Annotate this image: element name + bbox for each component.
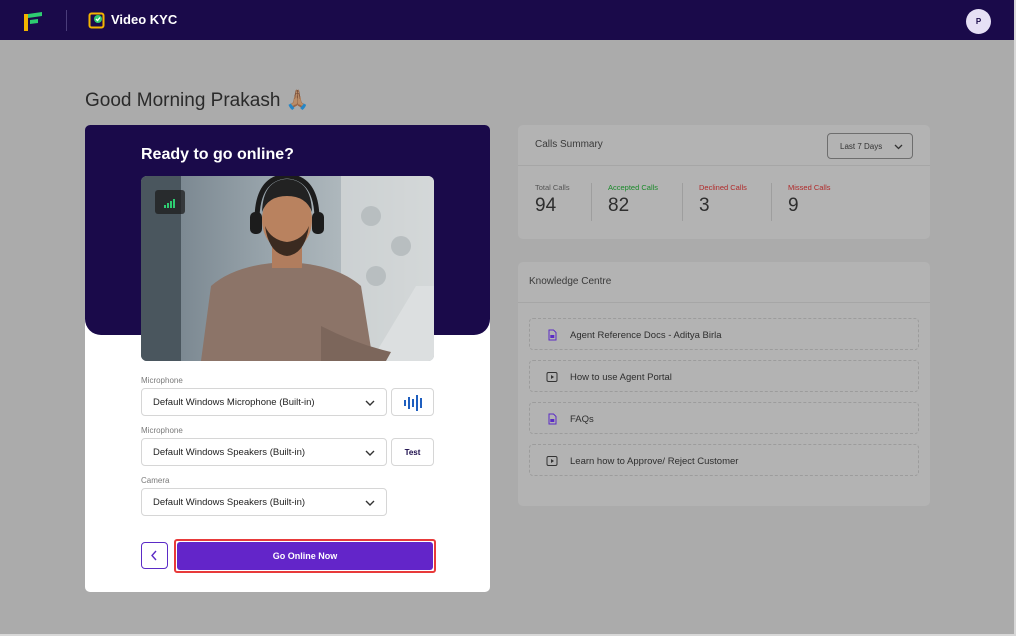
go-online-card: Ready to go online? Microphone Default W… [85, 125, 490, 592]
stat-value: 3 [699, 195, 710, 216]
document-icon [548, 329, 557, 341]
chevron-down-icon [365, 400, 375, 406]
knowledge-centre-header: Knowledge Centre [518, 262, 930, 303]
camera-select-value: Default Windows Speakers (Built-in) [153, 497, 306, 508]
stat-label: Total Calls [535, 183, 570, 192]
stat-divider [591, 183, 592, 221]
knowledge-centre-card: Knowledge Centre Agent Reference Docs - … [518, 262, 930, 506]
video-kyc-icon [88, 12, 105, 29]
signal-strength-icon [155, 190, 185, 214]
camera-select[interactable]: Default Windows Speakers (Built-in) [141, 488, 387, 516]
go-online-button[interactable]: Go Online Now [177, 542, 433, 570]
header-divider [66, 10, 67, 31]
top-bar: Video KYC P [0, 0, 1014, 40]
speaker-test-button[interactable]: Test [391, 438, 434, 466]
microphone-level-button[interactable] [391, 388, 434, 416]
knowledge-centre-title: Knowledge Centre [529, 276, 612, 287]
stat-label: Declined Calls [699, 183, 747, 192]
kc-item-faqs[interactable]: FAQs [529, 402, 919, 434]
stat-declined-calls: Declined Calls 3 [699, 183, 747, 217]
speaker-select-value: Default Windows Speakers (Built-in) [153, 447, 306, 458]
calls-summary-card: Calls Summary Last 7 Days Total Calls 94… [518, 125, 930, 239]
stat-value: 82 [608, 195, 630, 216]
microphone-select[interactable]: Default Windows Microphone (Built-in) [141, 388, 387, 416]
video-play-icon [546, 372, 558, 382]
chevron-down-icon [365, 450, 375, 456]
kc-item-label: Learn how to Approve/ Reject Customer [570, 456, 739, 467]
user-avatar[interactable]: P [966, 9, 991, 34]
stat-value: 9 [788, 195, 799, 216]
stat-accepted-calls: Accepted Calls 82 [608, 183, 658, 217]
microphone-select-value: Default Windows Microphone (Built-in) [153, 397, 315, 408]
stat-divider [771, 183, 772, 221]
camera-label: Camera [141, 476, 170, 485]
stat-divider [682, 183, 683, 221]
kc-item-agent-portal-video[interactable]: How to use Agent Portal [529, 360, 919, 392]
app-title: Video KYC [111, 12, 178, 27]
greeting-heading: Good Morning Prakash 🙏🏽 [85, 90, 310, 111]
date-range-value: Last 7 Days [840, 142, 883, 151]
stat-value: 94 [535, 195, 557, 216]
chevron-down-icon [894, 144, 903, 150]
microphone-label: Microphone [141, 376, 183, 385]
speaker-test-label: Test [404, 448, 421, 457]
kc-item-label: Agent Reference Docs - Aditya Birla [570, 330, 722, 341]
date-range-select[interactable]: Last 7 Days [827, 133, 913, 159]
brand-logo-icon[interactable] [22, 10, 44, 32]
video-play-icon [546, 456, 558, 466]
stat-missed-calls: Missed Calls 9 [788, 183, 831, 217]
camera-preview [141, 176, 434, 361]
kc-item-label: FAQs [570, 414, 594, 425]
ready-title: Ready to go online? [141, 146, 294, 163]
stat-label: Accepted Calls [608, 183, 659, 192]
kc-item-approve-reject-video[interactable]: Learn how to Approve/ Reject Customer [529, 444, 919, 476]
stat-total-calls: Total Calls 94 [535, 183, 570, 217]
kc-item-agent-reference-docs[interactable]: Agent Reference Docs - Aditya Birla [529, 318, 919, 350]
stat-label: Missed Calls [788, 183, 831, 192]
calls-summary-title: Calls Summary [535, 139, 603, 150]
back-button[interactable] [141, 542, 168, 569]
speaker-label: Microphone [141, 426, 183, 435]
chevron-down-icon [365, 500, 375, 506]
chevron-left-icon [151, 550, 157, 561]
speaker-select[interactable]: Default Windows Speakers (Built-in) [141, 438, 387, 466]
calls-summary-header: Calls Summary Last 7 Days [518, 125, 930, 166]
kc-item-label: How to use Agent Portal [570, 372, 672, 383]
document-icon [548, 413, 557, 425]
audio-wave-icon [404, 395, 422, 411]
